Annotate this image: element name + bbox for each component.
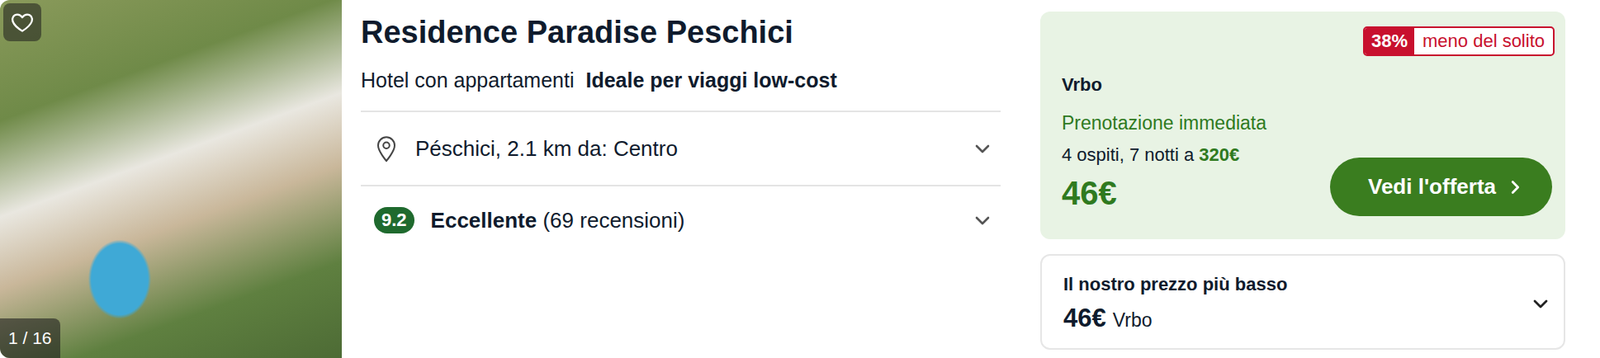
hotel-name[interactable]: Residence Paradise Peschici (360, 13, 1001, 52)
lowest-price-box[interactable]: Il nostro prezzo più basso 46€ Vrbo (1040, 254, 1566, 351)
chevron-down-icon (972, 138, 993, 159)
view-offer-button[interactable]: Vedi l'offerta (1330, 157, 1553, 217)
discount-label: meno del solito (1414, 28, 1553, 55)
heart-icon (9, 9, 35, 35)
hotel-card: 1 / 16 Residence Paradise Peschici Hotel… (0, 0, 1600, 358)
discount-percent: 38% (1364, 28, 1415, 55)
booking-type: Prenotazione immediata (1061, 112, 1553, 135)
hotel-type: Hotel con appartamenti (360, 67, 574, 93)
hotel-info: Residence Paradise Peschici Hotel con ap… (341, 0, 1001, 358)
deal-provider: Vrbo (1061, 74, 1553, 96)
hotel-subtitle: Hotel con appartamenti Ideale per viaggi… (360, 67, 1001, 93)
score-badge: 9.2 (373, 207, 415, 234)
lowest-price-label: Il nostro prezzo più basso (1063, 274, 1288, 296)
deal-panel[interactable]: 38% meno del solito Vrbo Prenotazione im… (1040, 11, 1566, 240)
deal-price: 46€ (1061, 175, 1118, 213)
lowest-price: 46€ (1063, 303, 1107, 334)
chevron-down-icon (972, 210, 993, 231)
chevron-right-icon (1505, 178, 1525, 197)
price-column: 38% meno del solito Vrbo Prenotazione im… (1040, 0, 1566, 358)
pin-icon (373, 133, 399, 164)
photo-counter: 1 / 16 (0, 318, 61, 358)
hotel-photo[interactable]: 1 / 16 (0, 0, 342, 358)
location-row[interactable]: Péschici, 2.1 km da: Centro (360, 110, 1001, 185)
location-text: Péschici, 2.1 km da: Centro (415, 136, 957, 162)
lowest-provider: Vrbo (1112, 309, 1153, 332)
discount-badge: 38% meno del solito (1363, 26, 1555, 57)
chevron-down-icon (1530, 293, 1551, 314)
favorite-button[interactable] (3, 3, 42, 42)
hotel-tag: Ideale per viaggi low-cost (585, 67, 837, 93)
rating-text: Eccellente (69 recensioni) (430, 208, 957, 234)
rating-row[interactable]: 9.2 Eccellente (69 recensioni) (360, 184, 1001, 255)
